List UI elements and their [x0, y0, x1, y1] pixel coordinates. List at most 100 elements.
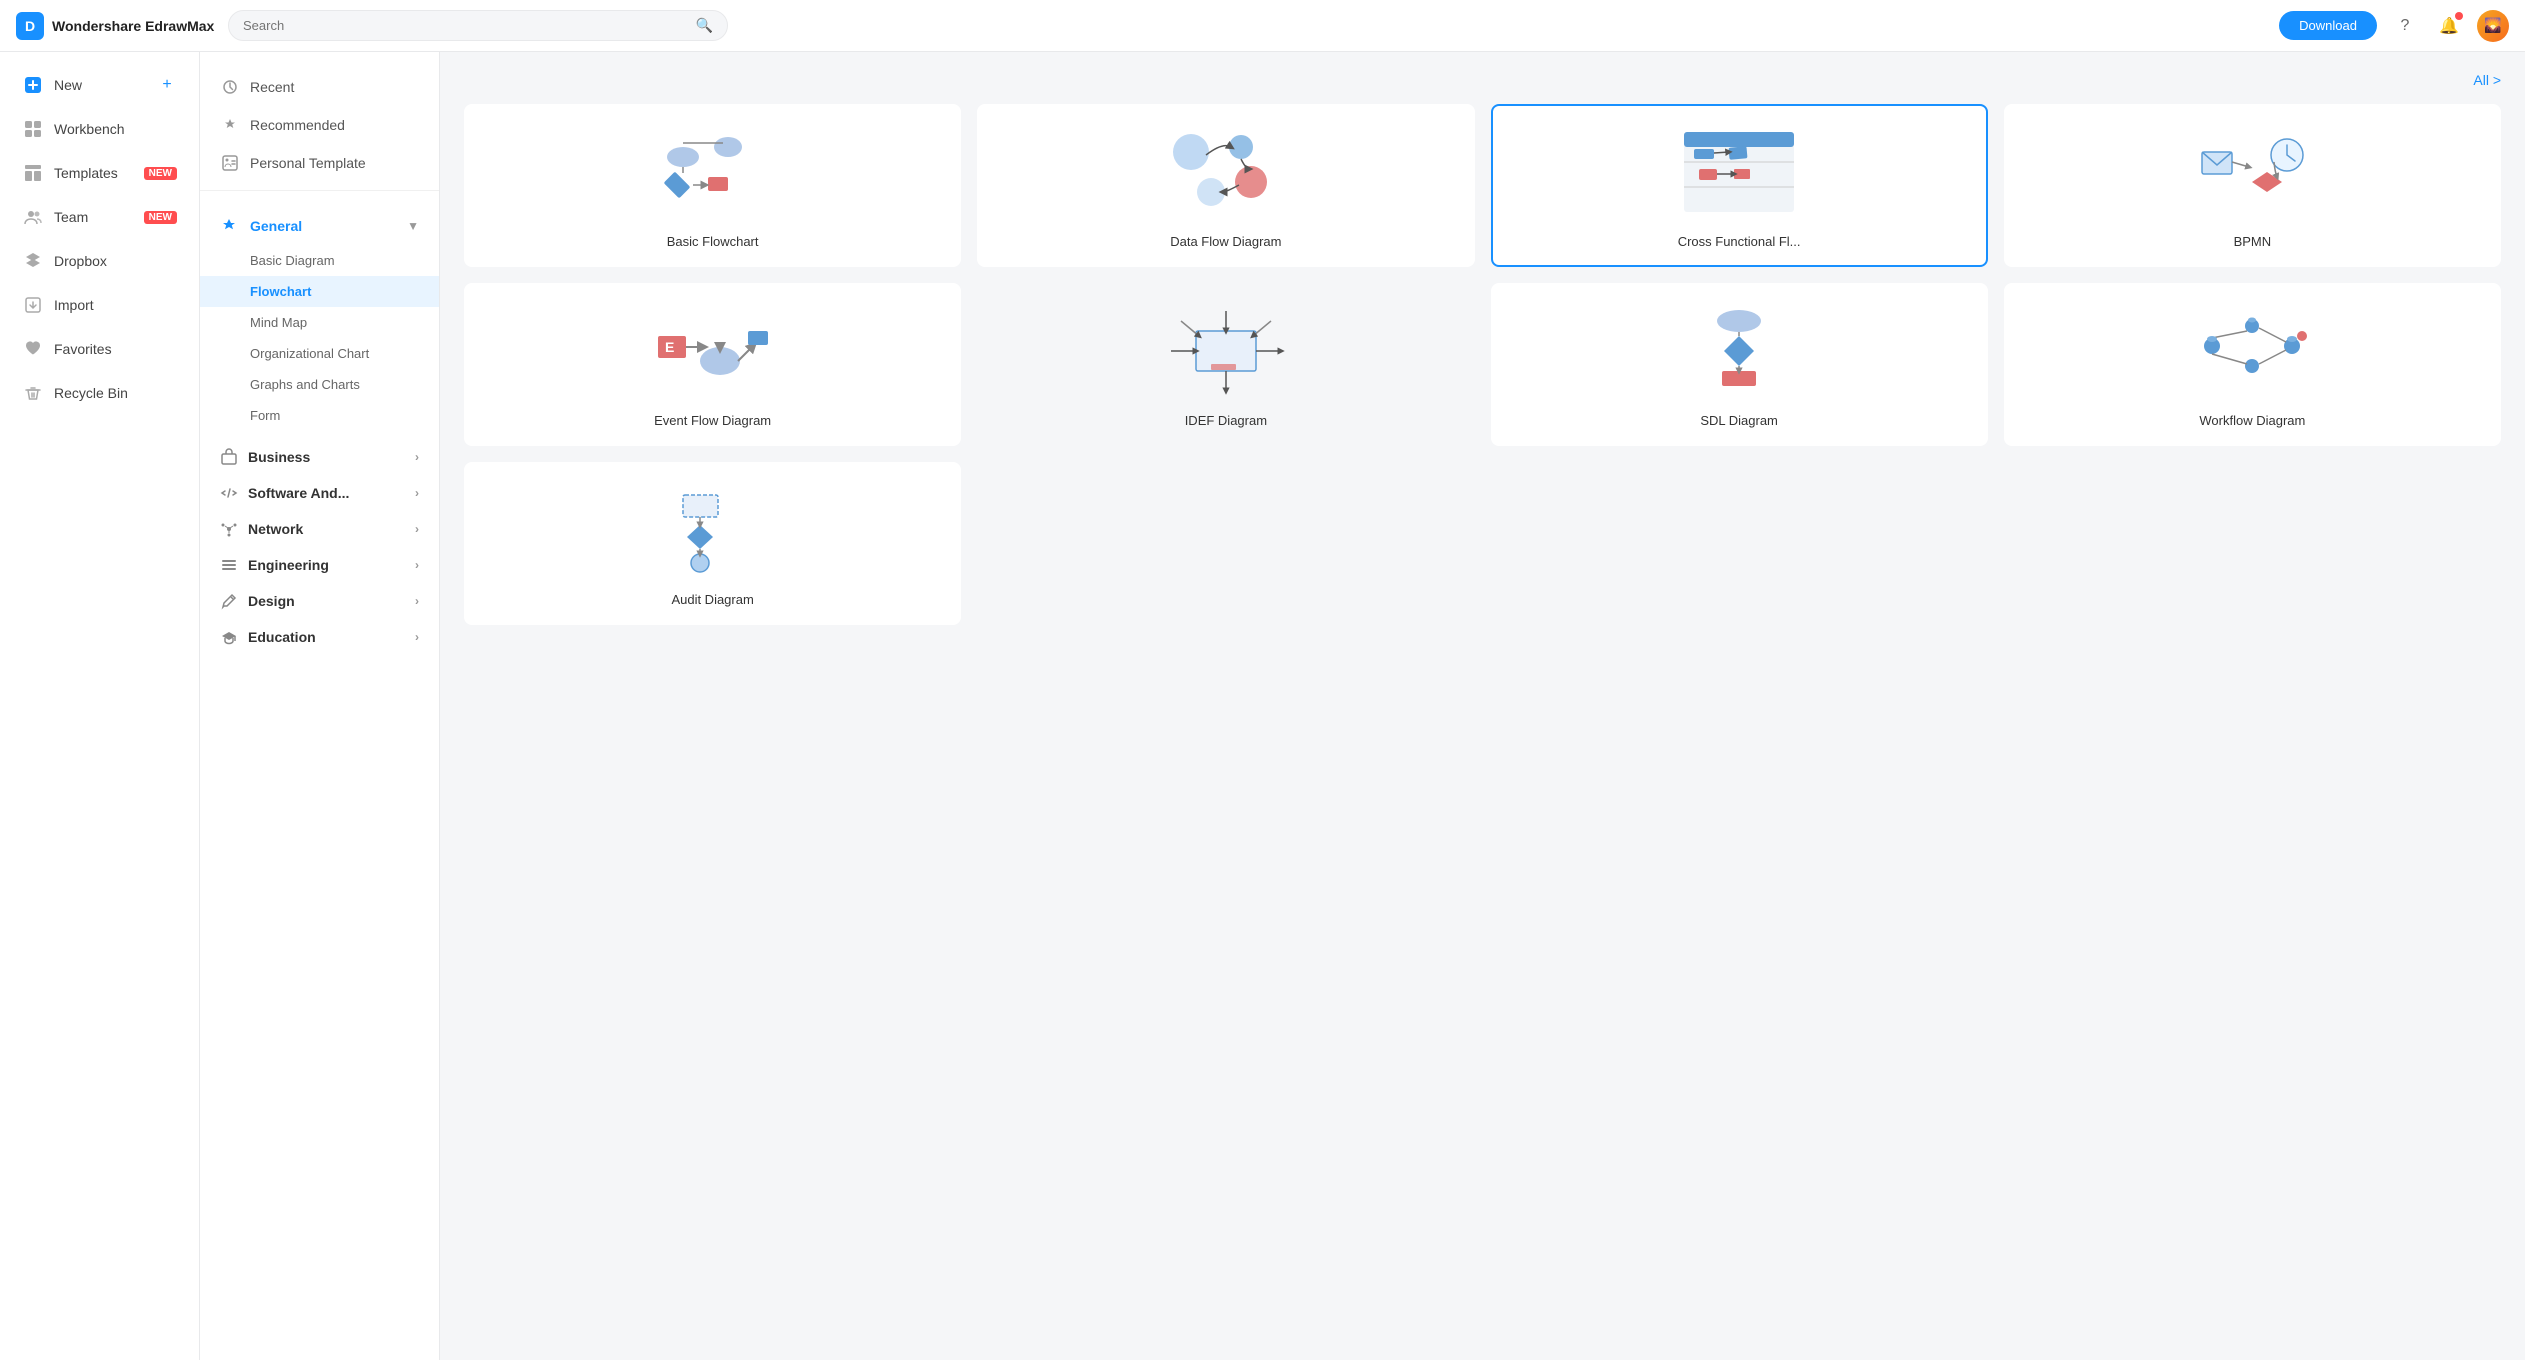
notification-icon[interactable]: 🔔 — [2433, 10, 2465, 42]
nav-item-personal-template[interactable]: Personal Template — [200, 144, 439, 182]
sidebar-item-templates[interactable]: Templates NEW — [6, 152, 193, 194]
sidebar-item-dropbox[interactable]: Dropbox — [6, 240, 193, 282]
sub-flowchart[interactable]: Flowchart — [200, 276, 439, 307]
sdl-label: SDL Diagram — [1700, 413, 1778, 428]
personal-template-icon — [220, 153, 240, 173]
audit-label: Audit Diagram — [671, 592, 753, 607]
bpmn-label: BPMN — [2234, 234, 2272, 249]
business-chevron: › — [415, 450, 419, 464]
category-general-header[interactable]: General ▼ — [200, 207, 439, 245]
sub-org-chart[interactable]: Organizational Chart — [200, 338, 439, 369]
data-flow-preview — [1156, 122, 1296, 222]
nav-divider — [200, 190, 439, 191]
templates-label: Templates — [54, 165, 134, 181]
avatar[interactable]: 🌄 — [2477, 10, 2509, 42]
sidebar-item-import[interactable]: Import — [6, 284, 193, 326]
education-chevron: › — [415, 630, 419, 644]
sidebar-item-new[interactable]: New + — [6, 64, 193, 106]
nav-item-recommended[interactable]: Recommended — [200, 106, 439, 144]
sub-graphs[interactable]: Graphs and Charts — [200, 369, 439, 400]
help-icon[interactable]: ? — [2389, 10, 2421, 42]
software-label: Software And... — [248, 485, 349, 501]
templates-icon — [22, 162, 44, 184]
design-icon — [220, 592, 238, 610]
basic-flowchart-label: Basic Flowchart — [667, 234, 759, 249]
diagram-card-bpmn[interactable]: BPMN — [2004, 104, 2501, 267]
idef-preview — [1156, 301, 1296, 401]
sidebar-new-label: New — [54, 77, 147, 93]
sub-basic-diagram[interactable]: Basic Diagram — [200, 245, 439, 276]
diagram-card-basic-flowchart[interactable]: Basic Flowchart — [464, 104, 961, 267]
sidebar-item-team[interactable]: Team NEW — [6, 196, 193, 238]
diagram-card-sdl[interactable]: SDL Diagram — [1491, 283, 1988, 446]
network-icon — [220, 520, 238, 538]
workflow-preview — [2182, 301, 2322, 401]
sidebar-item-favorites[interactable]: Favorites — [6, 328, 193, 370]
search-icon: 🔍 — [696, 17, 713, 34]
bpmn-preview — [2182, 122, 2322, 222]
engineering-chevron: › — [415, 558, 419, 572]
favorites-icon — [22, 338, 44, 360]
nav-item-recent[interactable]: Recent — [200, 68, 439, 106]
all-link[interactable]: All > — [2473, 72, 2501, 88]
search-bar[interactable]: 🔍 — [228, 10, 728, 41]
category-software-header[interactable]: Software And... › — [200, 475, 439, 511]
left-sidebar: New + Workbench — [0, 52, 200, 1360]
logo-text: Wondershare EdrawMax — [52, 18, 214, 34]
content-header: All > — [464, 72, 2501, 88]
logo-area: D Wondershare EdrawMax — [16, 12, 216, 40]
content-area: All > — [440, 52, 2525, 1360]
sidebar-item-workbench[interactable]: Workbench — [6, 108, 193, 150]
team-icon — [22, 206, 44, 228]
network-label: Network — [248, 521, 303, 537]
recommended-icon — [220, 115, 240, 135]
diagram-card-event-flow[interactable]: E — [464, 283, 961, 446]
header-actions: Download ? 🔔 🌄 — [2279, 10, 2509, 42]
new-add-icon[interactable]: + — [157, 75, 177, 95]
business-icon — [220, 448, 238, 466]
diagram-card-audit[interactable]: Audit Diagram — [464, 462, 961, 625]
business-label: Business — [248, 449, 310, 465]
design-chevron: › — [415, 594, 419, 608]
engineering-label: Engineering — [248, 557, 329, 573]
education-icon — [220, 628, 238, 646]
category-business-header[interactable]: Business › — [200, 439, 439, 475]
cross-functional-preview — [1669, 122, 1809, 222]
sub-form[interactable]: Form — [200, 400, 439, 431]
import-icon — [22, 294, 44, 316]
category-engineering-header[interactable]: Engineering › — [200, 547, 439, 583]
diagram-card-workflow[interactable]: Workflow Diagram — [2004, 283, 2501, 446]
category-design-header[interactable]: Design › — [200, 583, 439, 619]
download-button[interactable]: Download — [2279, 11, 2377, 40]
diagram-card-cross-functional[interactable]: Cross Functional Fl... — [1491, 104, 1988, 267]
diagram-grid: Basic Flowchart — [464, 104, 2501, 625]
recycle-icon — [22, 382, 44, 404]
diagram-card-idef[interactable]: IDEF Diagram — [977, 283, 1474, 446]
sidebar-item-recycle[interactable]: Recycle Bin — [6, 372, 193, 414]
category-education-header[interactable]: Education › — [200, 619, 439, 655]
recent-icon — [220, 77, 240, 97]
software-chevron: › — [415, 486, 419, 500]
search-input[interactable] — [243, 18, 688, 33]
workbench-label: Workbench — [54, 121, 177, 137]
education-label: Education — [248, 629, 316, 645]
general-label: General — [250, 218, 302, 234]
network-chevron: › — [415, 522, 419, 536]
basic-flowchart-preview — [643, 122, 783, 222]
general-category-icon — [220, 216, 240, 236]
svg-text:E: E — [665, 339, 674, 355]
logo-icon: D — [16, 12, 44, 40]
diagram-card-data-flow[interactable]: Data Flow Diagram — [977, 104, 1474, 267]
dropbox-label: Dropbox — [54, 253, 177, 269]
category-general: General ▼ Basic Diagram Flowchart Mind M… — [200, 199, 439, 439]
category-network-header[interactable]: Network › — [200, 511, 439, 547]
app-header: D Wondershare EdrawMax 🔍 Download ? 🔔 🌄 — [0, 0, 2525, 52]
sdl-preview — [1669, 301, 1809, 401]
software-icon — [220, 484, 238, 502]
main-layout: New + Workbench — [0, 52, 2525, 1360]
templates-new-badge: NEW — [144, 167, 177, 180]
recommended-label: Recommended — [250, 117, 345, 133]
sub-mind-map[interactable]: Mind Map — [200, 307, 439, 338]
import-label: Import — [54, 297, 177, 313]
team-label: Team — [54, 209, 134, 225]
